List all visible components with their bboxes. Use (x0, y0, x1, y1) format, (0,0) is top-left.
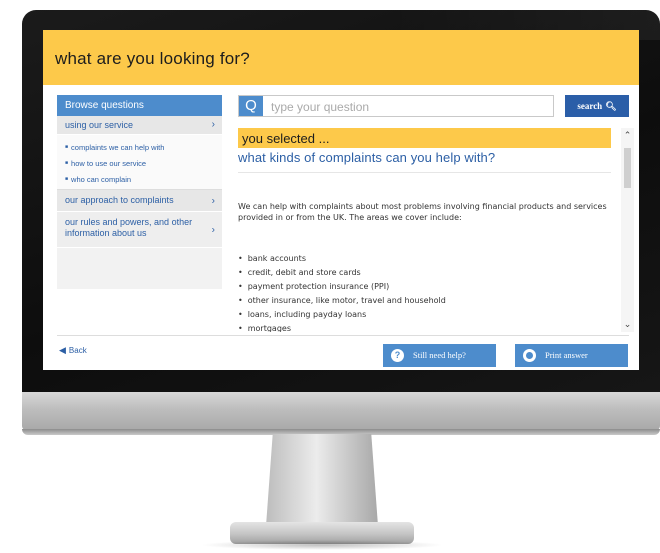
chevron-down-icon[interactable]: ⌄ (621, 319, 634, 330)
selected-question: what kinds of complaints can you help wi… (238, 150, 496, 165)
footer-divider (57, 335, 629, 336)
search-button-label: search (577, 101, 603, 111)
answer-panel: you selected ... what kinds of complaint… (238, 128, 621, 332)
sidebar-subitem-how-to-use[interactable]: how to use our service (57, 155, 222, 171)
chevron-right-icon: › (211, 195, 215, 206)
sidebar-item-label: our rules and powers, and other informat… (65, 217, 193, 238)
page-title: what are you looking for? (55, 49, 250, 68)
sidebar-item-our-rules[interactable]: our rules and powers, and other informat… (57, 212, 222, 248)
stand-shadow (200, 540, 444, 550)
print-answer-button[interactable]: Print answer (515, 344, 628, 367)
question-icon: Q (239, 96, 263, 116)
sidebar-heading: Browse questions (57, 95, 222, 116)
sidebar-subitems: complaints we can help with how to use o… (57, 135, 222, 190)
back-label: Back (68, 346, 87, 355)
browse-sidebar: Browse questions using our service › com… (57, 95, 222, 289)
help-button-label: Still need help? (413, 350, 466, 360)
monitor-chin (22, 392, 660, 430)
still-need-help-button[interactable]: ? Still need help? (383, 344, 496, 367)
list-item: mortgages (238, 322, 446, 332)
sidebar-subitem-complaints[interactable]: complaints we can help with (57, 139, 222, 155)
search-button[interactable]: search 🔍︎ (565, 95, 629, 117)
print-button-label: Print answer (545, 350, 588, 360)
list-item: credit, debit and store cards (238, 266, 446, 280)
list-item: loans, including payday loans (238, 308, 446, 322)
list-item: other insurance, like motor, travel and … (238, 294, 446, 308)
sidebar-item-label: our approach to complaints (65, 195, 174, 205)
sidebar-item-our-approach[interactable]: our approach to complaints › (57, 190, 222, 212)
sidebar-item-using-our-service[interactable]: using our service › (57, 116, 222, 135)
chevron-up-icon[interactable]: ⌃ (621, 130, 634, 141)
back-link[interactable]: ◀︎ Back (59, 345, 87, 356)
main-content: Browse questions using our service › com… (43, 85, 639, 370)
chevron-right-icon: › (211, 224, 215, 235)
help-icon: ? (391, 349, 404, 362)
question-divider (238, 172, 611, 173)
list-item: payment protection insurance (PPI) (238, 280, 446, 294)
screen: what are you looking for? Browse questio… (43, 30, 639, 370)
answer-scrollbar[interactable]: ⌃ ⌄ (621, 128, 634, 332)
list-item: bank accounts (238, 252, 446, 266)
search-box: Q (238, 95, 554, 117)
scrollbar-thumb[interactable] (624, 148, 631, 188)
answer-intro: We can help with complaints about most p… (238, 202, 607, 222)
answer-bullet-list: bank accounts credit, debit and store ca… (238, 252, 446, 332)
selected-label: you selected ... (238, 128, 611, 148)
print-icon (523, 349, 536, 362)
monitor-stand-neck (266, 434, 378, 526)
sidebar-subitem-who-can-complain[interactable]: who can complain (57, 171, 222, 187)
arrow-left-icon: ◀︎ (59, 345, 66, 355)
search-input[interactable] (269, 97, 553, 117)
magnifier-icon: 🔍︎ (605, 102, 617, 112)
sidebar-item-label: using our service (65, 120, 134, 130)
page-header: what are you looking for? (43, 30, 639, 85)
chevron-right-icon: › (211, 119, 215, 130)
